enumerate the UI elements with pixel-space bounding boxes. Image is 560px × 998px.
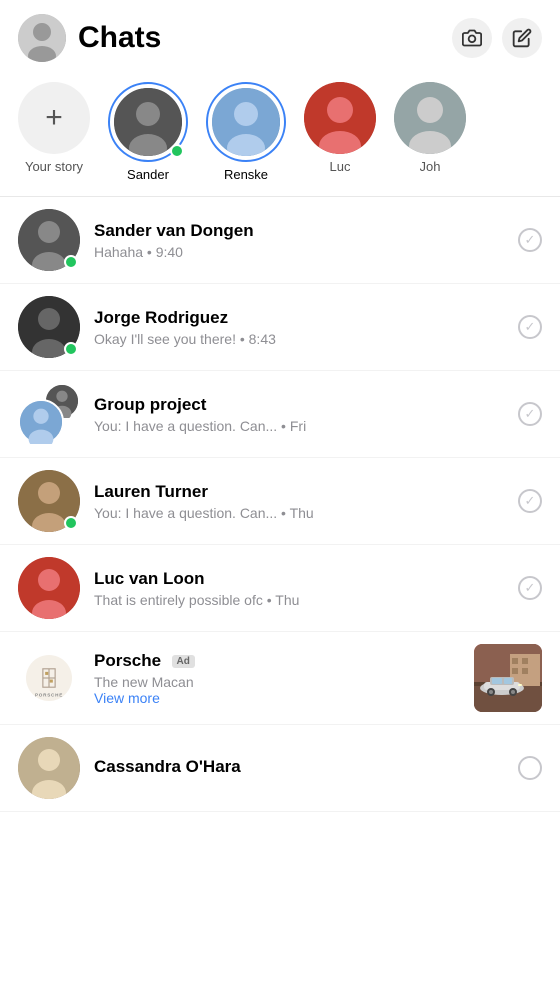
online-dot-lauren xyxy=(64,516,78,530)
chat-info-lauren: Lauren Turner You: I have a question. Ca… xyxy=(94,482,504,521)
story-avatar-wrap-joh xyxy=(394,82,466,154)
chat-item-luc[interactable]: Luc van Loon That is entirely possible o… xyxy=(0,545,560,632)
header-actions xyxy=(452,18,542,58)
chat-info-porsche: Porsche Ad The new Macan View more xyxy=(94,651,460,706)
compose-button[interactable] xyxy=(502,18,542,58)
chat-check-luc: ✓ xyxy=(518,576,542,600)
add-story-item[interactable]: + Your story xyxy=(18,82,90,174)
chat-item-cassandra[interactable]: Cassandra O'Hara xyxy=(0,725,560,812)
story-avatar-renske xyxy=(210,86,282,158)
chat-avatar-wrap-sander xyxy=(18,209,80,271)
chat-info-jorge: Jorge Rodriguez Okay I'll see you there!… xyxy=(94,308,504,347)
chat-avatar-wrap-porsche: PORSCHE xyxy=(18,647,80,709)
story-avatar-wrap-renske xyxy=(206,82,286,162)
chat-check-jorge: ✓ xyxy=(518,315,542,339)
chat-name-group: Group project xyxy=(94,395,504,415)
chat-preview-lauren: You: I have a question. Can... • Thu xyxy=(94,505,504,521)
story-avatar-luc xyxy=(304,82,376,154)
chat-check-group: ✓ xyxy=(518,402,542,426)
chat-avatar-cassandra xyxy=(18,737,80,799)
story-label-renske: Renske xyxy=(224,167,268,182)
story-label-luc: Luc xyxy=(330,159,351,174)
chat-avatar-wrap-cassandra xyxy=(18,737,80,799)
svg-text:PORSCHE: PORSCHE xyxy=(35,692,63,697)
chat-avatar-wrap-luc xyxy=(18,557,80,619)
stories-row: + Your story Sander Renske xyxy=(0,72,560,196)
story-item-joh[interactable]: Joh xyxy=(394,82,466,174)
story-ring-renske xyxy=(206,82,286,162)
group-avatar-main xyxy=(18,399,64,445)
porsche-logo: PORSCHE xyxy=(18,647,80,709)
chat-avatar-wrap-group xyxy=(18,383,80,445)
story-avatar-wrap-luc xyxy=(304,82,376,154)
chat-name-cassandra: Cassandra O'Hara xyxy=(94,757,504,777)
chat-avatar-luc xyxy=(18,557,80,619)
chat-check-cassandra xyxy=(518,756,542,780)
chat-preview-luc: That is entirely possible ofc • Thu xyxy=(94,592,504,608)
chat-info-group: Group project You: I have a question. Ca… xyxy=(94,395,504,434)
chat-item-sander[interactable]: Sander van Dongen Hahaha • 9:40 ✓ xyxy=(0,197,560,284)
chat-info-sander: Sander van Dongen Hahaha • 9:40 xyxy=(94,221,504,260)
chat-preview-group: You: I have a question. Can... • Fri xyxy=(94,418,504,434)
chat-info-luc: Luc van Loon That is entirely possible o… xyxy=(94,569,504,608)
online-dot-sander xyxy=(64,255,78,269)
story-item-sander[interactable]: Sander xyxy=(108,82,188,182)
ad-badge: Ad xyxy=(172,655,195,668)
chat-name-lauren: Lauren Turner xyxy=(94,482,504,502)
story-item-luc[interactable]: Luc xyxy=(304,82,376,174)
chat-name-jorge: Jorge Rodriguez xyxy=(94,308,504,328)
chat-preview-porsche: The new Macan xyxy=(94,674,460,690)
online-dot-jorge xyxy=(64,342,78,356)
story-avatar-joh xyxy=(394,82,466,154)
chat-info-cassandra: Cassandra O'Hara xyxy=(94,757,504,780)
chat-preview-sander: Hahaha • 9:40 xyxy=(94,244,504,260)
story-item-renske[interactable]: Renske xyxy=(206,82,286,182)
add-story-label: Your story xyxy=(25,159,83,174)
chat-item-group[interactable]: Group project You: I have a question. Ca… xyxy=(0,371,560,458)
chat-avatar-wrap-lauren xyxy=(18,470,80,532)
chat-name-luc: Luc van Loon xyxy=(94,569,504,589)
chat-avatar-wrap-jorge xyxy=(18,296,80,358)
header: Chats xyxy=(0,0,560,72)
chat-preview-jorge: Okay I'll see you there! • 8:43 xyxy=(94,331,504,347)
chat-item-porsche[interactable]: PORSCHE Porsche Ad The new Macan View mo… xyxy=(0,632,560,725)
page-title: Chats xyxy=(78,21,452,55)
chat-item-jorge[interactable]: Jorge Rodriguez Okay I'll see you there!… xyxy=(0,284,560,371)
chat-check-sander: ✓ xyxy=(518,228,542,252)
story-avatar-wrap-sander xyxy=(108,82,188,162)
chat-item-lauren[interactable]: Lauren Turner You: I have a question. Ca… xyxy=(0,458,560,545)
view-more-link[interactable]: View more xyxy=(94,690,460,706)
chat-list: Sander van Dongen Hahaha • 9:40 ✓ Jorge … xyxy=(0,197,560,812)
story-label-sander: Sander xyxy=(127,167,169,182)
porsche-name-row: Porsche Ad xyxy=(94,651,460,671)
add-story-button[interactable]: + xyxy=(18,82,90,154)
story-online-dot-sander xyxy=(170,144,184,158)
chat-name-sander: Sander van Dongen xyxy=(94,221,504,241)
story-label-joh: Joh xyxy=(420,159,441,174)
camera-button[interactable] xyxy=(452,18,492,58)
porsche-ad-thumbnail[interactable] xyxy=(474,644,542,712)
current-user-avatar[interactable] xyxy=(18,14,66,62)
chat-check-lauren: ✓ xyxy=(518,489,542,513)
chat-name-porsche: Porsche xyxy=(94,651,161,670)
